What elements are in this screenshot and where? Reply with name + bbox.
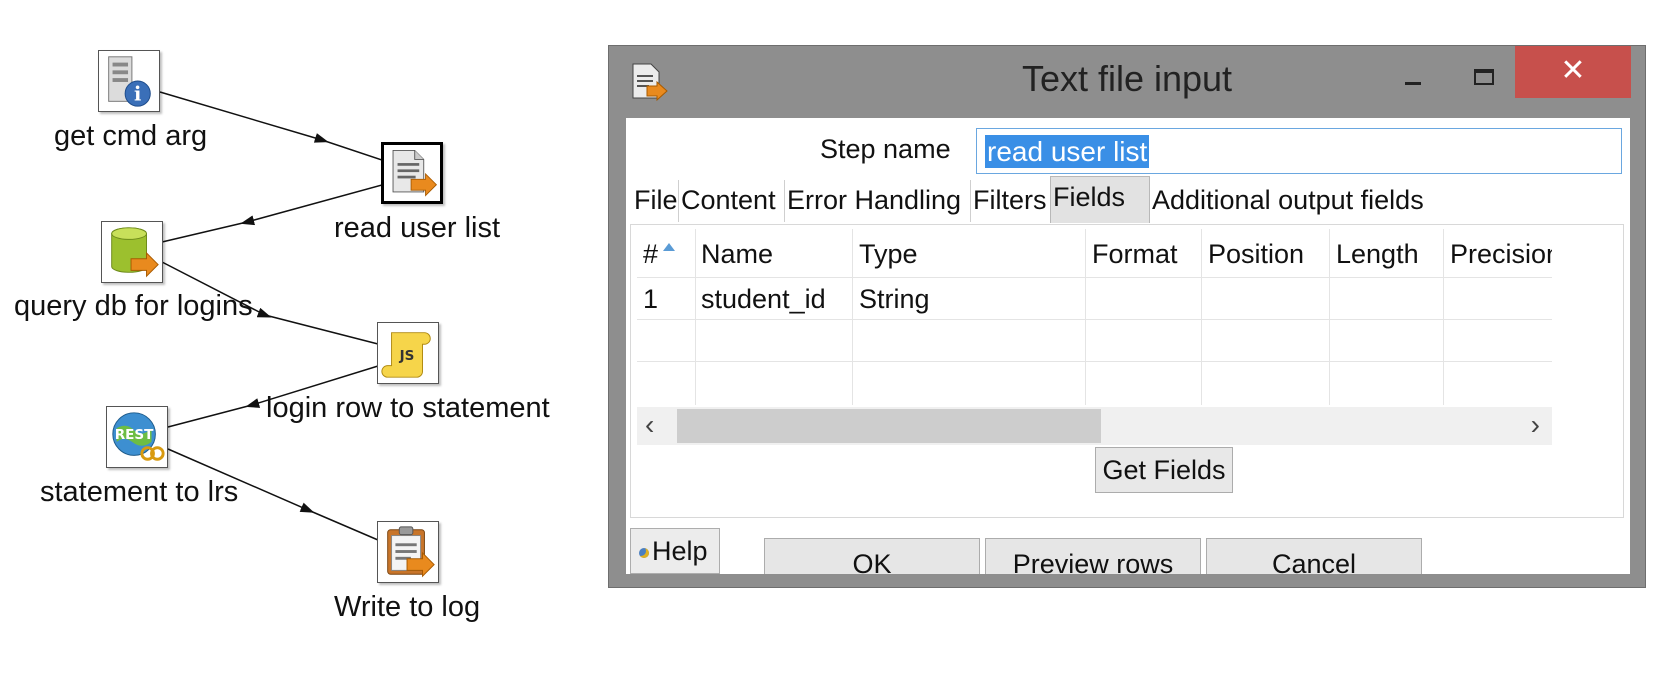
column-divider (1329, 229, 1330, 405)
ok-button[interactable]: OK (764, 538, 980, 574)
clipboard-log-icon[interactable] (377, 521, 439, 583)
horizontal-scrollbar[interactable]: ‹ › (637, 407, 1552, 445)
server-info-icon[interactable]: i (98, 50, 160, 112)
row-divider (637, 319, 1552, 320)
svg-text:i: i (134, 82, 141, 105)
fields-panel: # Name Type Format Position Length Preci… (630, 224, 1624, 518)
step-label: statement to lrs (40, 476, 239, 508)
help-button[interactable]: Help (630, 528, 720, 574)
minimize-button[interactable] (1399, 68, 1429, 98)
tab-filters[interactable]: Filters (970, 180, 1047, 222)
tab-file[interactable]: File (632, 180, 678, 222)
step-name-label: Step name (820, 134, 951, 164)
svg-text:JS: JS (399, 348, 415, 364)
scroll-right-icon[interactable]: › (1531, 409, 1540, 441)
step-label: Write to log (334, 591, 481, 623)
column-header-precision[interactable]: Precision (1450, 239, 1552, 270)
tab-additional-output-fields[interactable]: Additional output fields (1150, 180, 1424, 222)
column-divider (852, 229, 853, 405)
column-header-name[interactable]: Name (701, 239, 773, 270)
scroll-thumb[interactable] (677, 409, 1101, 443)
step-label: query db for logins (14, 290, 253, 322)
preview-rows-button[interactable]: Preview rows (985, 538, 1201, 574)
tab-error-handling[interactable]: Error Handling (784, 180, 961, 222)
step-label: get cmd arg (54, 120, 208, 152)
column-header-length[interactable]: Length (1336, 239, 1419, 270)
table-cell-type[interactable]: String (859, 284, 930, 315)
dialog-client-area: Step name read user list File Content Er… (626, 118, 1630, 574)
scroll-left-icon[interactable]: ‹ (645, 409, 654, 441)
maximize-button[interactable] (1469, 64, 1499, 94)
hops-layer (159, 91, 383, 541)
get-fields-button[interactable]: Get Fields (1095, 447, 1233, 493)
help-icon (639, 547, 649, 558)
step-name-value: read user list (985, 135, 1150, 168)
tab-content[interactable]: Content (678, 180, 776, 222)
cancel-button[interactable]: Cancel (1206, 538, 1422, 574)
step-label: login row to statement (266, 392, 550, 424)
transformation-canvas[interactable]: i get cmd arg read user list query db fo… (0, 0, 600, 679)
column-header-position[interactable]: Position (1208, 239, 1304, 270)
database-input-icon[interactable] (101, 221, 163, 283)
close-button[interactable]: ✕ (1515, 46, 1631, 98)
rest-client-icon[interactable]: REST (106, 406, 168, 468)
row-divider (637, 361, 1552, 362)
dialog-titlebar[interactable]: Text file input ✕ (609, 46, 1645, 118)
table-cell-index[interactable]: 1 (643, 284, 658, 315)
column-header-format[interactable]: Format (1092, 239, 1178, 270)
svg-text:REST: REST (115, 427, 154, 443)
text-file-input-icon[interactable] (381, 142, 443, 204)
step-label: read user list (334, 212, 501, 244)
row-divider (637, 277, 1552, 278)
sort-ascending-icon (663, 243, 675, 251)
column-divider (1201, 229, 1202, 405)
step-name-input[interactable]: read user list (976, 128, 1622, 174)
column-header-type[interactable]: Type (859, 239, 918, 270)
column-divider (1443, 229, 1444, 405)
table-cell-name[interactable]: student_id (701, 284, 826, 315)
column-divider (695, 229, 696, 405)
javascript-scroll-icon[interactable]: JS (377, 322, 439, 384)
tab-bar: File Content Error Handling Filters Fiel… (632, 176, 1630, 223)
text-file-input-dialog: Text file input ✕ Step name read user li… (608, 45, 1646, 588)
fields-table[interactable]: # Name Type Format Position Length Preci… (637, 229, 1552, 405)
help-label: Help (652, 536, 708, 566)
column-divider (1085, 229, 1086, 405)
column-header-index[interactable]: # (643, 239, 658, 270)
tab-fields[interactable]: Fields (1050, 176, 1150, 223)
